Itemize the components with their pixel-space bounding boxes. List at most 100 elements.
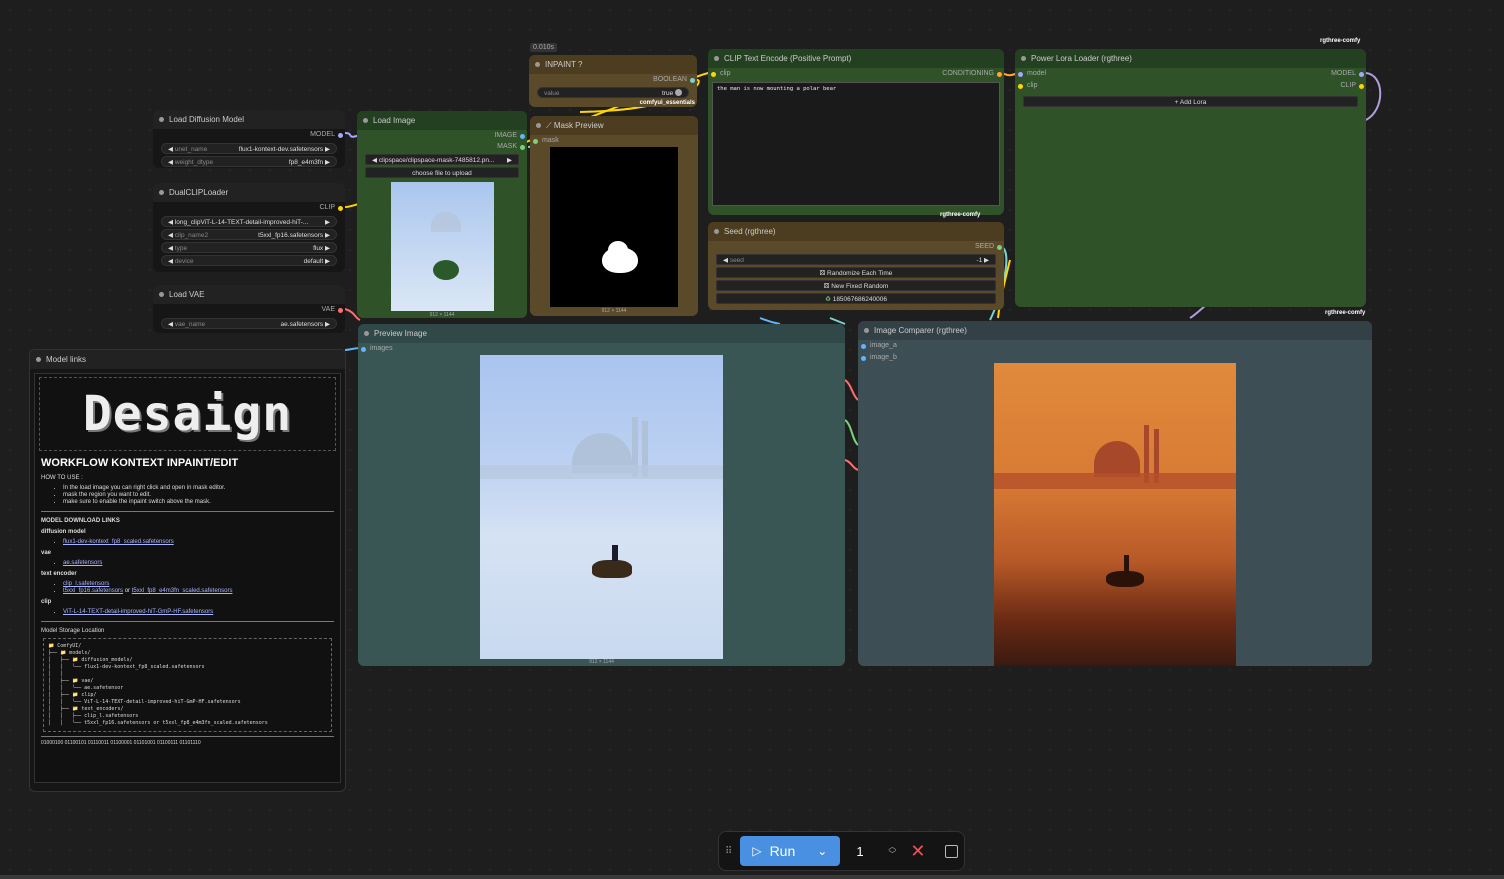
queue-toolbar: ⠿ ▷ Run ⌄ 1 ︿ ﹀ ✕ [718, 831, 965, 871]
chevron-down-icon[interactable]: ⌄ [817, 844, 827, 858]
step-item: mask the region you want to edit. [63, 492, 334, 498]
output-clip[interactable]: CLIP [1331, 80, 1366, 92]
cancel-icon[interactable]: ✕ [910, 841, 925, 862]
new-fixed-random-button[interactable]: ⚄ New Fixed Random [716, 280, 996, 291]
input-clip[interactable]: clip [708, 68, 768, 80]
diffusion-model-link[interactable]: flux1-dev-kontext_fp8_scaled.safetensors [63, 539, 174, 545]
step-item: make sure to enable the inpaint switch a… [63, 499, 334, 505]
node-load-image[interactable]: Load Image IMAGE MASK ◀ clipspace/clipsp… [357, 111, 527, 318]
upload-button[interactable]: choose file to upload [365, 167, 519, 178]
input-clip[interactable]: clip [1015, 80, 1046, 92]
output-model[interactable]: MODEL [153, 129, 345, 141]
vae-name-select[interactable]: ◀ vae_name ae.safetensors ▶ [161, 318, 337, 329]
node-title[interactable]: Power Lora Loader (rgthree) [1015, 49, 1366, 68]
node-dualcliploader[interactable]: DualCLIPLoader CLIP ◀ long_clipViT-L-14-… [153, 183, 345, 272]
load-image-thumbnail [390, 182, 494, 311]
divider [41, 621, 334, 622]
output-model[interactable]: MODEL [1331, 68, 1366, 80]
t5xxl-fp8-link[interactable]: t5xxl_fp8_e4m3fn_scaled.safetensors [132, 588, 233, 594]
node-image-comparer[interactable]: Image Comparer (rgthree) image_a image_b [858, 321, 1372, 666]
dice-icon: ⚄ [823, 283, 830, 290]
node-preview-image[interactable]: Preview Image images 912 × 1144 [358, 324, 845, 666]
comparer-image[interactable] [994, 363, 1236, 666]
type-select[interactable]: ◀ type flux ▶ [161, 242, 337, 253]
clip-label: clip [41, 599, 52, 605]
node-footer: comfyui_essentials [639, 100, 695, 106]
node-title[interactable]: Load VAE [153, 285, 345, 304]
recycle-icon: ♻ [825, 296, 831, 303]
vae-link[interactable]: ae.safetensors [63, 560, 102, 566]
unet-name-select[interactable]: ◀ unet_name flux1-kontext-dev.safetensors… [161, 143, 337, 154]
lora-header-label: rgthree-comfy [1320, 38, 1361, 44]
clip-name2-select[interactable]: ◀ clip_name2 t5xxl_fp16.safetensors ▶ [161, 229, 337, 240]
node-model-links[interactable]: Model links Desaign WORKFLOW KONTEXT INP… [29, 349, 346, 792]
node-title[interactable]: Load Image [357, 111, 527, 130]
output-conditioning[interactable]: CONDITIONING [904, 68, 1004, 80]
node-title[interactable]: Preview Image [358, 324, 845, 343]
image-size-label: 912 × 1144 [601, 308, 627, 314]
download-title: MODEL DOWNLOAD LINKS [41, 518, 120, 524]
device-select[interactable]: ◀ device default ▶ [161, 255, 337, 266]
run-button[interactable]: ▷ Run ⌄ [740, 836, 841, 866]
output-mask[interactable]: MASK [357, 141, 527, 152]
randomize-each-time-button[interactable]: ⚄ Randomize Each Time [716, 267, 996, 278]
add-lora-button[interactable]: + Add Lora [1023, 96, 1358, 107]
output-vae[interactable]: VAE [153, 304, 345, 316]
image-file-select[interactable]: ◀ clipspace/clipspace-mask-7485812.pn...… [365, 154, 519, 165]
node-inpaint-switch[interactable]: INPAINT ? BOOLEAN value true comfyui_esse… [529, 55, 697, 107]
input-images[interactable]: images [358, 343, 845, 355]
last-seed-button[interactable]: ♻ 185067686240006 [716, 293, 996, 304]
clip-name1-select[interactable]: ◀ long_clipViT-L-14-TEXT-detail-improved… [161, 216, 337, 227]
drag-handle-icon[interactable]: ⠿ [725, 846, 732, 857]
play-icon: ▷ [752, 844, 762, 858]
clip-vit-link[interactable]: ViT-L-14-TEXT-detail-improved-hiT-GmP-HF… [63, 609, 213, 615]
node-load-diffusion-model[interactable]: Load Diffusion Model MODEL ◀ unet_name fl… [153, 110, 345, 168]
node-title[interactable]: Seed (rgthree) [708, 222, 1004, 241]
preview-output-image [480, 355, 723, 659]
node-seed[interactable]: Seed (rgthree) SEED ◀ seed -1 ▶ ⚄ Randomi… [708, 222, 1004, 310]
node-title[interactable]: Load Diffusion Model [153, 110, 345, 129]
node-title[interactable]: Image Comparer (rgthree) [858, 321, 1372, 340]
stop-icon[interactable] [945, 844, 959, 858]
storage-title: Model Storage Location [41, 628, 105, 634]
how-to-label: HOW TO USE : [41, 475, 83, 481]
output-image[interactable]: IMAGE [357, 130, 527, 141]
stepper-icon[interactable]: ︿ ﹀ [888, 843, 896, 859]
node-title[interactable]: CLIP Text Encode (Positive Prompt) [708, 49, 1004, 68]
image-size-label: 912 × 1144 [429, 312, 455, 318]
node-clip-text-encode[interactable]: CLIP Text Encode (Positive Prompt) clip … [708, 49, 1004, 215]
workflow-heading: WORKFLOW KONTEXT INPAINT/EDIT [41, 457, 239, 469]
clip-l-link[interactable]: clip_l.safetensors [63, 581, 109, 587]
bottom-status-bar [0, 875, 1504, 879]
input-mask[interactable]: mask [530, 135, 698, 147]
step-item: In the load image you can right click an… [63, 485, 334, 491]
node-title[interactable]: DualCLIPLoader [153, 183, 345, 202]
vae-label: vae [41, 550, 52, 556]
divider [41, 736, 334, 737]
dice-icon: ⚄ [819, 270, 826, 277]
output-clip[interactable]: CLIP [153, 202, 345, 214]
desaign-logo: Desaign [39, 377, 336, 451]
input-image-a[interactable]: image_a [858, 340, 1372, 352]
inpaint-toggle[interactable]: value true [537, 87, 689, 98]
text-encoder-label: text encoder [41, 571, 77, 577]
weight-dtype-select[interactable]: ◀ weight_dtype fp8_e4m3fn ▶ [161, 156, 337, 167]
storage-tree: 📁 ComfyUI/ ├── 📁 models/ │ ├── 📁 diffusi… [43, 638, 332, 732]
prompt-textarea[interactable]: the man is now mounting a polar bear [712, 82, 1000, 206]
t5xxl-fp16-link[interactable]: t5xxl_fp16.safetensors [63, 588, 123, 594]
seed-input[interactable]: ◀ seed -1 ▶ [716, 254, 996, 265]
node-mask-preview[interactable]: ⟋ Mask Preview mask 912 × 1144 [530, 116, 698, 316]
divider [41, 511, 334, 512]
output-boolean[interactable]: BOOLEAN [529, 74, 697, 85]
node-power-lora-loader[interactable]: Power Lora Loader (rgthree) model clip M… [1015, 49, 1366, 307]
node-title[interactable]: ⟋ Mask Preview [530, 116, 698, 135]
node-title[interactable]: Model links [30, 350, 345, 369]
output-seed[interactable]: SEED [708, 241, 1004, 252]
edit-icon: ⟋ [546, 121, 552, 130]
image-size-label: 912 × 1144 [589, 659, 614, 665]
node-load-vae[interactable]: Load VAE VAE ◀ vae_name ae.safetensors ▶ [153, 285, 345, 333]
lora-footer-label: rgthree-comfy [1325, 310, 1366, 316]
input-model[interactable]: model [1015, 68, 1046, 80]
batch-count-input[interactable]: 1 ︿ ﹀ [850, 836, 896, 866]
node-title[interactable]: INPAINT ? [529, 55, 697, 74]
